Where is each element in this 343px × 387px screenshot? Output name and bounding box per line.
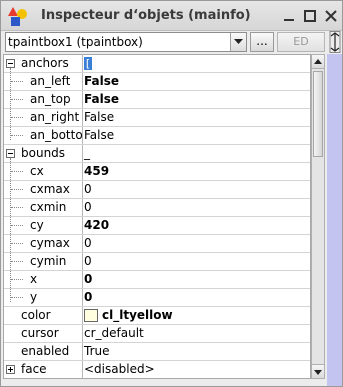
color-swatch bbox=[84, 309, 98, 322]
property-name: face bbox=[21, 362, 47, 376]
tree-line bbox=[11, 171, 23, 172]
arrow-up-icon bbox=[314, 59, 322, 64]
property-row-cy[interactable]: cy 420 bbox=[4, 217, 310, 235]
property-row-cxmax[interactable]: cxmax 0 bbox=[4, 181, 310, 199]
property-name: y bbox=[30, 290, 38, 304]
property-row-cxmin[interactable]: cxmin 0 bbox=[4, 199, 310, 217]
property-name: cxmin bbox=[30, 200, 67, 214]
side-panel bbox=[327, 54, 342, 386]
tree-line bbox=[11, 261, 23, 262]
property-name: x bbox=[30, 272, 38, 286]
property-value[interactable]: False bbox=[84, 128, 114, 142]
property-row-x[interactable]: x 0 bbox=[4, 271, 310, 289]
property-row-y[interactable]: y 0 bbox=[4, 289, 310, 307]
property-name: bounds bbox=[21, 146, 66, 160]
component-selector-value: tpaintbox1 (tpaintbox) bbox=[8, 35, 143, 49]
maximize-icon[interactable] bbox=[302, 8, 318, 24]
tree-line bbox=[11, 225, 23, 226]
property-value[interactable]: 0 bbox=[84, 236, 92, 250]
property-row-an-bottom[interactable]: an_bottom False bbox=[4, 127, 310, 145]
splitter-handle-icon[interactable] bbox=[328, 31, 342, 53]
component-selector[interactable]: tpaintbox1 (tpaintbox) bbox=[5, 32, 247, 52]
property-name: cursor bbox=[21, 326, 59, 340]
property-value[interactable]: <disabled> bbox=[84, 362, 155, 376]
property-value[interactable]: 0 bbox=[84, 272, 92, 286]
close-icon[interactable] bbox=[323, 8, 339, 24]
scroll-thumb[interactable] bbox=[313, 71, 323, 157]
minimize-icon[interactable] bbox=[281, 8, 297, 24]
property-row-face[interactable]: face <disabled> bbox=[4, 361, 310, 378]
property-grid-scrollbar[interactable] bbox=[311, 54, 325, 379]
object-inspector-window: Inspecteur d‘objets (mainfo) tpaintbox1 … bbox=[0, 0, 343, 387]
property-row-cymin[interactable]: cymin 0 bbox=[4, 253, 310, 271]
property-row-an-top[interactable]: an_top False bbox=[4, 91, 310, 109]
property-value[interactable]: 0 bbox=[84, 290, 92, 304]
property-row-an-right[interactable]: an_right False bbox=[4, 109, 310, 127]
property-name: an_left bbox=[30, 74, 71, 88]
property-name: cxmax bbox=[30, 182, 70, 196]
property-name: enabled bbox=[21, 344, 70, 358]
title-bar[interactable]: Inspecteur d‘objets (mainfo) bbox=[1, 1, 342, 31]
property-row-cymax[interactable]: cymax 0 bbox=[4, 235, 310, 253]
scroll-down-button[interactable] bbox=[312, 364, 324, 378]
tree-line bbox=[11, 135, 23, 136]
property-row-bounds[interactable]: bounds _ bbox=[4, 145, 310, 163]
property-row-an-left[interactable]: an_left False bbox=[4, 73, 310, 91]
edit-button[interactable]: ED bbox=[277, 32, 325, 52]
tree-line bbox=[11, 279, 23, 280]
property-name: an_top bbox=[30, 92, 71, 106]
arrow-down-icon bbox=[314, 370, 322, 375]
tree-line bbox=[11, 99, 23, 100]
window-title: Inspecteur d‘objets (mainfo) bbox=[41, 8, 251, 23]
property-value[interactable]: False bbox=[84, 110, 114, 124]
tree-line bbox=[11, 189, 23, 190]
property-value[interactable]: 0 bbox=[84, 200, 92, 214]
property-grid[interactable]: anchors [ an_left False an_top False an_… bbox=[3, 54, 311, 379]
collapse-icon[interactable] bbox=[6, 149, 15, 158]
component-dropdown-button[interactable] bbox=[230, 33, 246, 51]
app-logo-icon bbox=[8, 7, 27, 26]
property-value[interactable]: False bbox=[84, 74, 119, 88]
browse-button[interactable]: ... bbox=[250, 32, 274, 52]
property-name: cymin bbox=[30, 254, 67, 268]
tree-line bbox=[11, 297, 23, 298]
property-name: color bbox=[21, 308, 51, 322]
tree-line bbox=[11, 207, 23, 208]
property-value[interactable]: cl_ltyellow bbox=[102, 308, 173, 322]
property-name: cy bbox=[30, 218, 44, 232]
component-toolbar: tpaintbox1 (tpaintbox) ... ED bbox=[1, 31, 342, 53]
property-value[interactable]: _ bbox=[84, 146, 90, 160]
property-value[interactable]: cr_default bbox=[84, 326, 144, 340]
property-name: cymax bbox=[30, 236, 70, 250]
property-row-enabled[interactable]: enabled True bbox=[4, 343, 310, 361]
property-name: an_bottom bbox=[30, 128, 82, 142]
property-value[interactable]: 420 bbox=[84, 218, 109, 232]
property-row-cx[interactable]: cx 459 bbox=[4, 163, 310, 181]
property-value[interactable]: 459 bbox=[84, 164, 109, 178]
property-value[interactable]: True bbox=[84, 344, 110, 358]
property-name: cx bbox=[30, 164, 44, 178]
property-value-selected[interactable]: [ bbox=[84, 57, 92, 70]
property-row-anchors[interactable]: anchors [ bbox=[4, 55, 310, 73]
tree-line bbox=[11, 117, 23, 118]
tree-line bbox=[11, 81, 23, 82]
property-value[interactable]: False bbox=[84, 92, 119, 106]
property-name: anchors bbox=[21, 56, 69, 70]
property-row-color[interactable]: color cl_ltyellow bbox=[4, 307, 310, 325]
property-row-cursor[interactable]: cursor cr_default bbox=[4, 325, 310, 343]
expand-icon[interactable] bbox=[6, 365, 15, 374]
property-value[interactable]: 0 bbox=[84, 254, 92, 268]
chevron-down-icon bbox=[234, 39, 243, 44]
scroll-up-button[interactable] bbox=[312, 55, 324, 69]
tree-line bbox=[11, 243, 23, 244]
property-value[interactable]: 0 bbox=[84, 182, 92, 196]
collapse-icon[interactable] bbox=[6, 59, 15, 68]
property-name: an_right bbox=[30, 110, 80, 124]
